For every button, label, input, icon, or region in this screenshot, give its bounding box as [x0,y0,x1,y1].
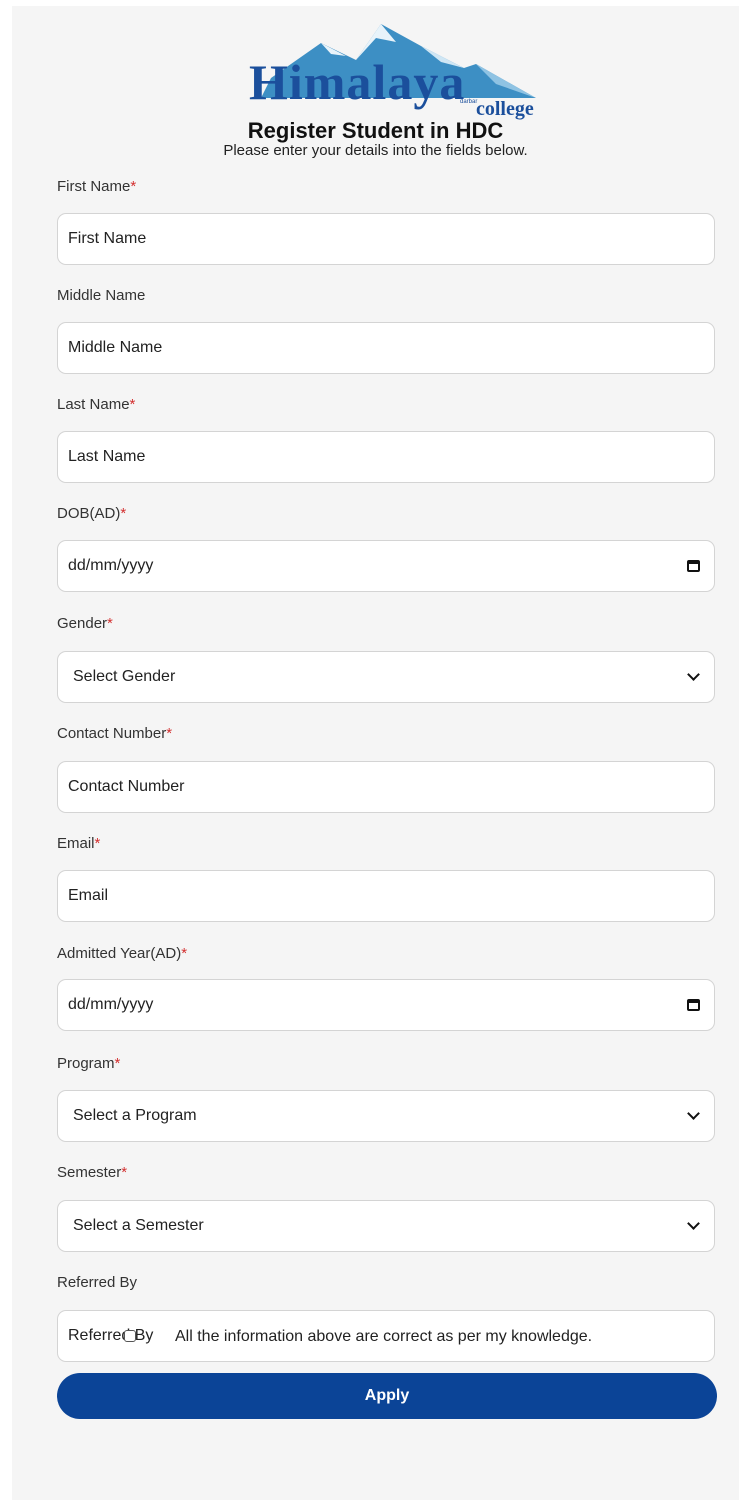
first-name-input[interactable]: First Name [57,213,715,265]
required-mark: * [129,396,136,413]
email-placeholder: Email [68,887,109,904]
chevron-down-icon [687,1107,700,1120]
logo-small-text: darbar [460,99,478,105]
dob-placeholder: dd/mm/yyyy [68,557,154,574]
program-selected-value: Select a Program [73,1107,197,1124]
gender-select[interactable]: Select Gender [57,651,715,703]
himalaya-college-logo: Himalaya darbar college [236,18,536,120]
page-title: Register Student in HDC [247,118,504,143]
semester-selected-value: Select a Semester [73,1217,204,1234]
registration-page: Himalaya darbar college Register Student… [12,6,739,1500]
last-name-input[interactable]: Last Name [57,431,715,483]
contact-number-input[interactable]: Contact Number [57,761,715,813]
dob-label: DOB(AD)* [57,505,127,522]
required-mark: * [120,505,127,522]
admitted-year-placeholder: dd/mm/yyyy [68,996,154,1013]
apply-button[interactable]: Apply [57,1373,717,1419]
program-select[interactable]: Select a Program [57,1090,715,1142]
last-name-placeholder: Last Name [68,448,146,465]
chevron-down-icon [687,668,700,681]
referred-by-label: Referred By [57,1274,138,1291]
required-mark: * [114,1055,121,1072]
required-mark: * [181,945,188,962]
required-mark: * [130,178,137,195]
admitted-year-date-input[interactable]: dd/mm/yyyy [57,979,715,1031]
middle-name-placeholder: Middle Name [68,339,163,356]
chevron-down-icon [687,1217,700,1230]
middle-name-input[interactable]: Middle Name [57,322,715,374]
gender-selected-value: Select Gender [73,668,176,685]
program-label: Program* [57,1055,121,1072]
calendar-icon[interactable] [687,560,700,572]
required-mark: * [121,1164,128,1181]
consent-checkbox[interactable] [124,1330,136,1342]
calendar-icon[interactable] [687,999,700,1011]
email-input[interactable]: Email [57,870,715,922]
email-label: Email* [57,835,101,852]
first-name-label: First Name* [57,178,137,195]
semester-select[interactable]: Select a Semester [57,1200,715,1252]
consent-label: All the information above are correct as… [175,1328,593,1345]
logo-wordmark: Himalaya [249,54,466,110]
last-name-label: Last Name* [57,396,136,413]
gender-label: Gender* [57,615,113,632]
required-mark: * [94,835,101,852]
admitted-year-label: Admitted Year(AD)* [57,945,188,962]
contact-number-placeholder: Contact Number [68,778,185,795]
page-subtitle: Please enter your details into the field… [223,142,528,159]
first-name-placeholder: First Name [68,230,147,247]
semester-label: Semester* [57,1164,128,1181]
dob-date-input[interactable]: dd/mm/yyyy [57,540,715,592]
middle-name-label: Middle Name [57,287,146,304]
required-mark: * [166,725,173,742]
required-mark: * [107,615,113,632]
contact-number-label: Contact Number* [57,725,173,742]
